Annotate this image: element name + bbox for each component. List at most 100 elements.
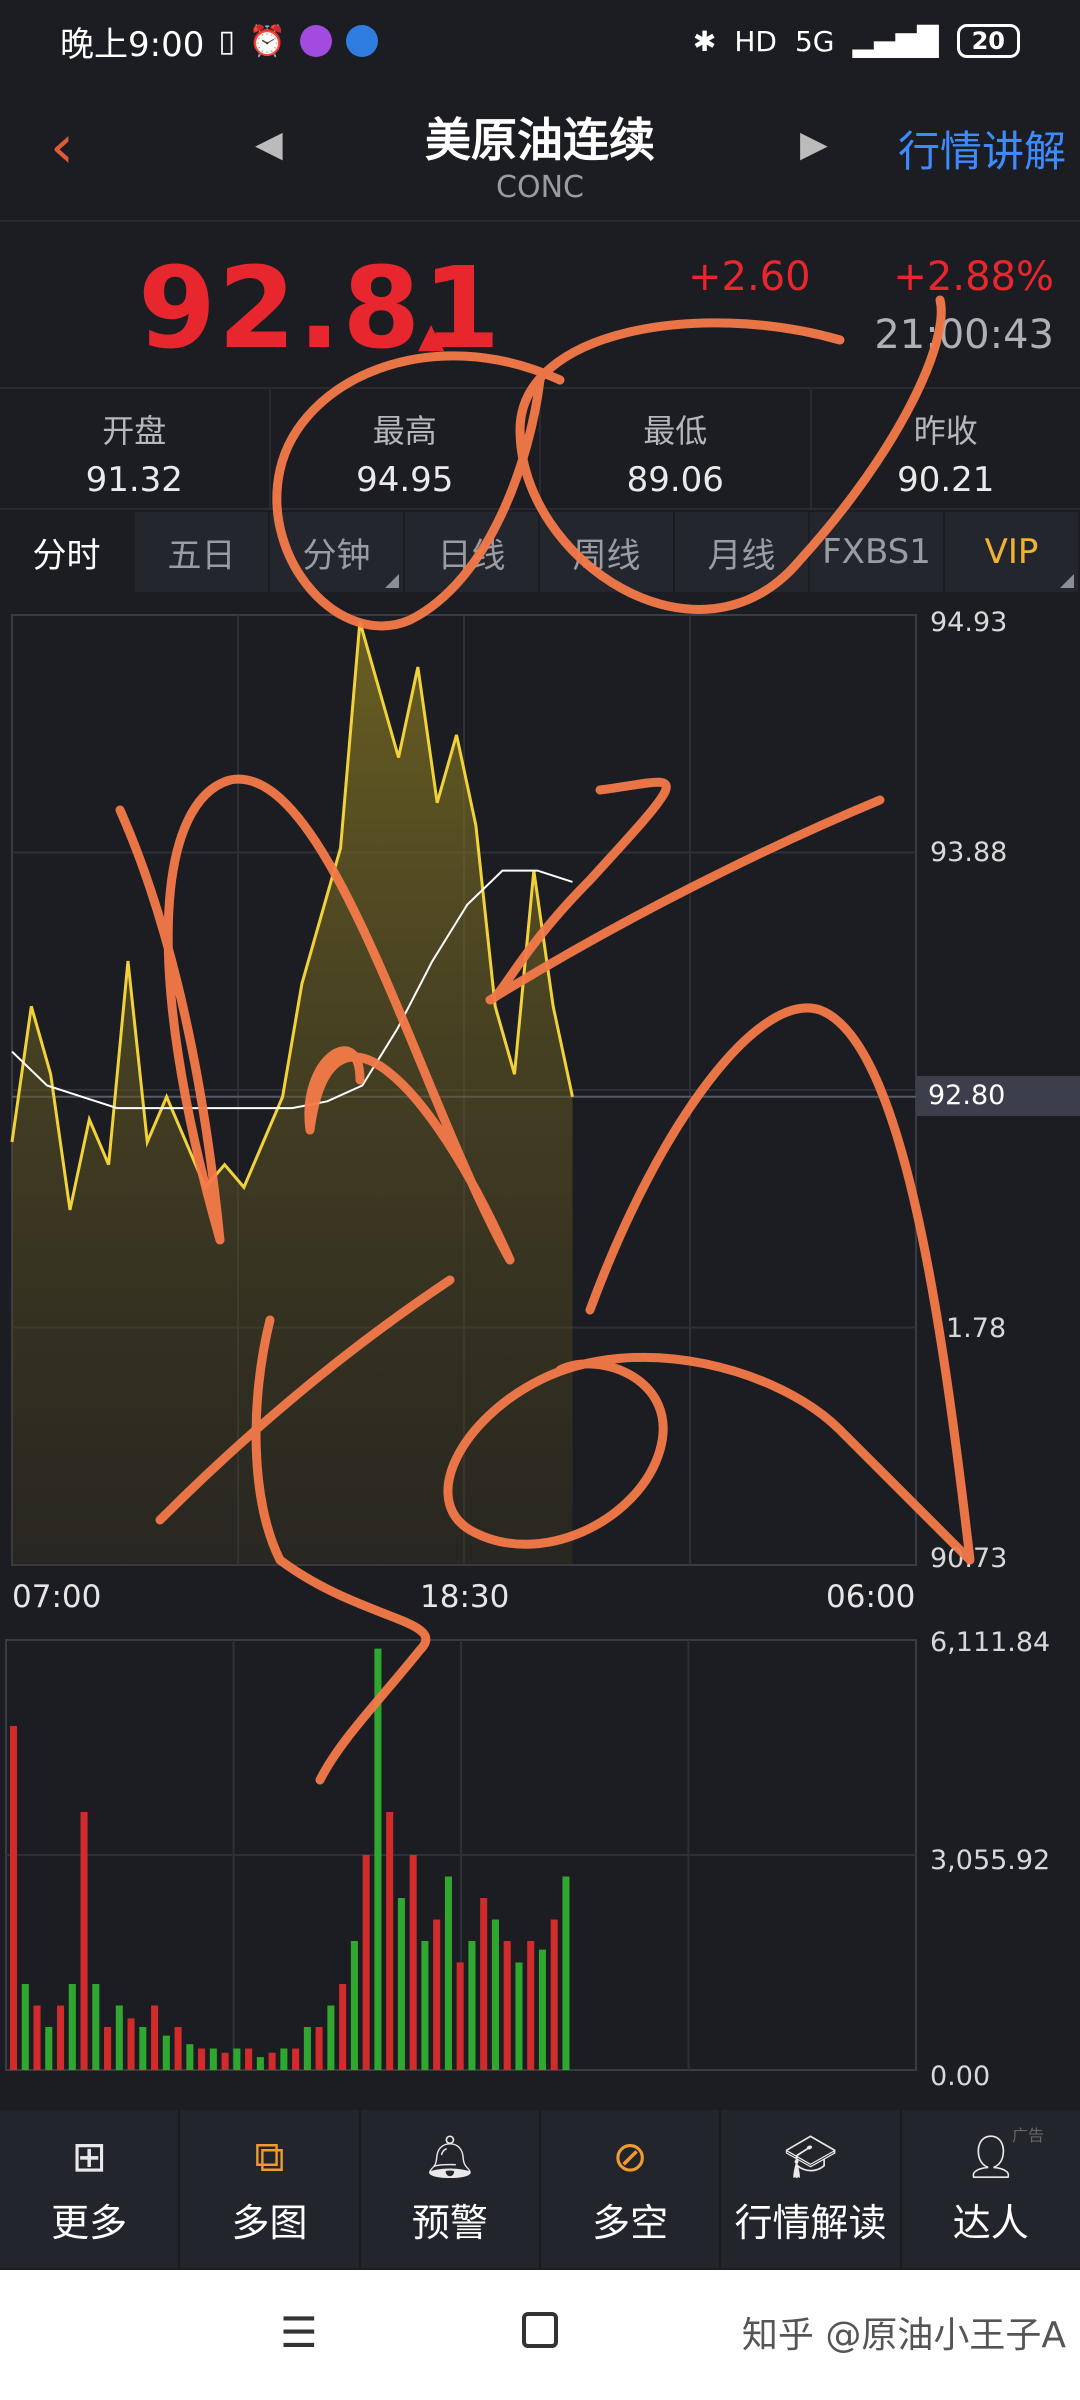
volume-bar <box>409 1855 417 2070</box>
volume-bar <box>339 1984 347 2070</box>
volume-bar <box>104 2027 112 2070</box>
app-notification-icon <box>300 25 333 57</box>
next-contract-icon[interactable]: ▶ <box>800 124 828 165</box>
graduation-cap-icon: 🎓︎ <box>783 2131 838 2181</box>
y-tick-label: 94.93 <box>930 607 1008 638</box>
quote-time: 21:00:43 <box>874 312 1054 358</box>
x-tick-label: 18:30 <box>420 1579 510 1615</box>
header: ‹ ◀ 美原油连续 CONC ▶ 行情讲解 <box>0 82 1080 222</box>
volume-bar <box>198 2048 206 2070</box>
volume-bar <box>245 2048 253 2070</box>
signal-icon: ▂▄▆█ <box>852 24 939 58</box>
home-icon[interactable] <box>522 2312 558 2348</box>
volume-bar <box>92 1984 100 2070</box>
compass-icon <box>346 25 379 57</box>
volume-bar <box>186 2044 194 2070</box>
volume-bar <box>562 1876 570 2070</box>
explain-button[interactable]: 行情讲解 <box>898 118 1066 179</box>
volume-bar <box>68 1984 76 2070</box>
stat-label: 最低 <box>643 412 708 450</box>
bottom-toolbar: ⊞ 更多 ⧉ 多图 🔔︎ 预警 ⊘ 多空 🎓︎ 行情解读 👤︎ 达人 <box>0 2110 1080 2268</box>
toolbar-label: 预警 <box>411 2200 488 2245</box>
volume-bar <box>515 1962 523 2070</box>
stat-label: 开盘 <box>102 412 167 450</box>
volume-bar <box>280 2048 288 2070</box>
toolbar-label: 多空 <box>592 2200 669 2245</box>
watermark: 知乎 @原油小王子A <box>741 2315 1066 2356</box>
toolbar-label: 多图 <box>231 2200 308 2245</box>
volume-bar <box>527 1941 535 2070</box>
bluetooth-icon: ✱ <box>692 24 717 58</box>
tab-daily[interactable]: 日线 <box>405 512 540 592</box>
volume-tick-label: 0.00 <box>930 2061 991 2092</box>
volume-bar <box>386 1812 394 2070</box>
volume-bar <box>268 2052 276 2070</box>
tab-monthly[interactable]: 月线 <box>675 512 810 592</box>
toolbar-label: 达人 <box>952 2200 1029 2245</box>
alert-button[interactable]: 🔔︎ 预警 <box>361 2110 541 2268</box>
x-tick-label: 06:00 <box>826 1579 916 1615</box>
last-price: 92.81 <box>138 244 503 374</box>
tab-weekly[interactable]: 周线 <box>540 512 675 592</box>
chart-area[interactable]: 94.93 93.88 92.80 1.78 90.73 07:00 18:30… <box>0 595 1080 2105</box>
tab-vip[interactable]: VIP <box>945 512 1080 592</box>
market-analysis-button[interactable]: 🎓︎ 行情解读 <box>721 2110 902 2268</box>
volume-bar <box>127 2018 135 2070</box>
user-icon: 👤︎ <box>964 2131 1018 2181</box>
volume-bar <box>256 2057 264 2070</box>
volume-bar <box>33 2005 41 2070</box>
stat-label: 最高 <box>372 412 437 450</box>
current-price-tag: 92.80 <box>916 1076 1080 1116</box>
stat-value: 89.06 <box>626 460 724 500</box>
multi-chart-button[interactable]: ⧉ 多图 <box>180 2110 361 2268</box>
volume-bar <box>468 1941 476 2070</box>
hd-icon: HD <box>734 24 777 58</box>
volume-bar <box>327 2005 335 2070</box>
tab-intraday[interactable]: 分时 <box>0 512 135 592</box>
y-tick-label: 90.73 <box>930 1543 1008 1574</box>
status-time: 晚上9:00 <box>60 24 205 65</box>
experts-button[interactable]: 👤︎ 达人 <box>902 2110 1080 2268</box>
stats-row: 开盘 91.32 最高 94.95 最低 89.06 昨收 90.21 <box>0 390 1080 510</box>
y-tick-label: 93.88 <box>930 837 1008 868</box>
volume-bar <box>209 2048 217 2070</box>
volume-tick-label: 6,111.84 <box>930 1627 1051 1658</box>
tab-minute[interactable]: 分钟 <box>270 512 405 592</box>
volume-bar <box>433 1919 441 2070</box>
stat-value: 94.95 <box>356 460 454 500</box>
volume-bar <box>292 2048 300 2070</box>
volume-bar <box>350 1941 358 2070</box>
volume-bar <box>503 1941 511 2070</box>
stat-value: 90.21 <box>897 460 995 500</box>
stat-low: 最低 89.06 <box>541 390 812 508</box>
volume-bar <box>174 2027 182 2070</box>
volume-bar <box>151 2005 159 2070</box>
up-arrow-icon: ▲ <box>418 316 445 356</box>
volume-bar <box>10 1726 18 2070</box>
volume-bar <box>303 2027 311 2070</box>
period-tabs: 分时 五日 分钟 日线 周线 月线 FXBS1 VIP <box>0 512 1080 592</box>
ad-label: 广告 <box>1011 2126 1044 2145</box>
grid-icon: ⊞ <box>71 2131 107 2181</box>
price-change: +2.60 <box>688 254 811 300</box>
more-button[interactable]: ⊞ 更多 <box>0 2110 181 2268</box>
volume-bar <box>139 2027 147 2070</box>
menu-icon[interactable]: ☰ <box>280 2308 318 2357</box>
volume-bar <box>538 1949 546 2070</box>
price-row: 92.81 ▲ +2.60 +2.88% 21:00:43 <box>0 224 1080 389</box>
vibrate-icon: ▯ <box>218 23 235 59</box>
stat-prev-close: 昨收 90.21 <box>812 390 1080 508</box>
volume-bar <box>480 1898 488 2070</box>
volume-bar <box>444 1876 452 2070</box>
battery-indicator: 20 <box>956 24 1020 58</box>
long-short-button[interactable]: ⊘ 多空 <box>541 2110 722 2268</box>
price-chart <box>5 614 917 2071</box>
stat-label: 昨收 <box>913 412 978 450</box>
volume-bar <box>421 1941 429 2070</box>
trend-icon: ⊘ <box>612 2131 648 2181</box>
toolbar-label: 更多 <box>51 2200 128 2245</box>
tab-fxbs1[interactable]: FXBS1 <box>810 512 945 592</box>
tab-label: VIP <box>984 532 1039 572</box>
volume-bar <box>456 1962 464 2070</box>
tab-five-day[interactable]: 五日 <box>135 512 270 592</box>
